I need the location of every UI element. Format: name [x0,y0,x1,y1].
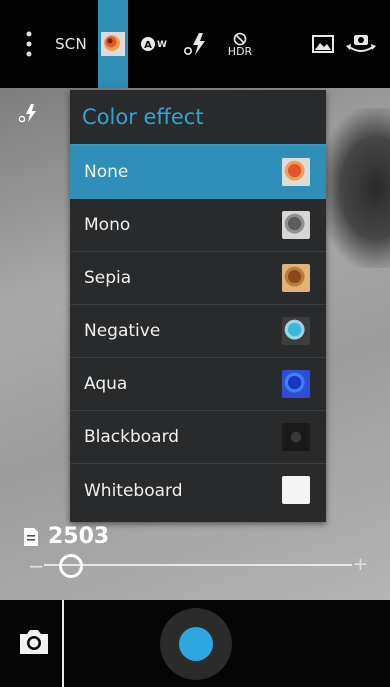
gallery-button[interactable] [308,0,338,88]
effect-preview-negative-icon [282,317,310,345]
effect-preview-mono-icon [282,211,310,239]
menu-item-aqua[interactable]: Aqua [70,358,326,411]
switch-camera-icon [346,35,376,52]
color-effect-button[interactable] [98,0,128,88]
remaining-shots-indicator: 2503 [22,524,109,549]
white-balance-button[interactable]: A W [138,0,172,88]
menu-item-label: Aqua [84,374,128,394]
menu-item-label: Sepia [84,268,132,288]
menu-item-mono[interactable]: Mono [70,199,326,252]
hdr-button[interactable]: HDR [220,0,260,88]
zoom-out-label: − [28,554,45,578]
color-effect-menu: Color effect None Mono Sepia Negative Aq… [70,90,326,522]
zoom-in-label: + [352,554,368,575]
mode-divider [62,600,64,687]
effect-preview-sepia-icon [282,264,310,292]
menu-item-sepia[interactable]: Sepia [70,252,326,305]
shutter-button[interactable] [160,608,232,680]
camera-icon [20,630,48,654]
menu-item-whiteboard[interactable]: Whiteboard [70,464,326,517]
effect-preview-blackboard-icon [282,423,310,451]
overflow-menu-icon[interactable] [18,0,40,88]
menu-item-blackboard[interactable]: Blackboard [70,411,326,464]
top-toolbar: SCN A W HDR [0,0,390,88]
svg-text:A: A [144,40,152,51]
menu-item-label: Mono [84,215,131,235]
storage-card-icon [24,527,38,546]
menu-item-negative[interactable]: Negative [70,305,326,358]
flash-auto-button[interactable] [180,0,214,88]
color-effect-icon [101,32,125,56]
zoom-slider-track[interactable] [44,564,352,566]
svg-text:W: W [157,40,167,50]
bottom-controls [0,600,390,687]
camera-mode-button[interactable] [16,626,52,662]
effect-preview-aqua-icon [282,370,310,398]
menu-title: Color effect [70,90,326,146]
hdr-off-icon [233,32,247,45]
gallery-thumbnail-icon [312,35,334,53]
scene-mode-button[interactable]: SCN [50,0,92,88]
menu-item-none[interactable]: None [70,146,326,199]
switch-camera-button[interactable] [342,0,380,88]
white-balance-icon: A W [141,37,167,51]
hdr-label: HDR [227,44,253,58]
remaining-shots-count: 2503 [48,524,110,549]
flash-auto-icon [183,33,205,55]
menu-item-label: Blackboard [84,427,180,447]
effect-preview-none-icon [282,158,310,186]
viewfinder-scene-shadow [320,108,390,268]
scene-mode-label: SCN [55,35,87,53]
menu-item-label: Negative [84,321,161,341]
zoom-slider[interactable]: − + [28,552,368,578]
zoom-slider-handle[interactable] [58,554,83,578]
flash-indicator-icon [18,102,40,124]
effect-preview-whiteboard-icon [282,476,310,504]
menu-item-label: Whiteboard [84,480,183,501]
shutter-core [179,627,213,661]
menu-item-label: None [84,162,129,182]
